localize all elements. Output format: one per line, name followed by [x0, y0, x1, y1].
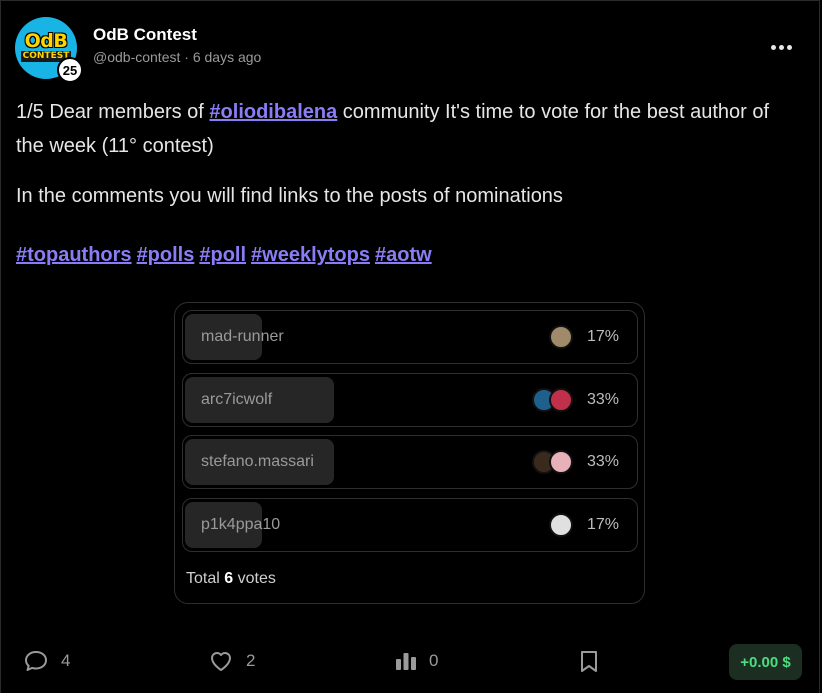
hashtag-link[interactable]: #poll [199, 244, 246, 266]
community-link[interactable]: #oliodibalena [209, 101, 337, 123]
poll-voter-avatars [549, 325, 573, 349]
poll-option[interactable]: mad-runner 17% [182, 310, 638, 364]
author-name[interactable]: OdB Contest [93, 25, 197, 45]
post-meta: @odb-contest · 6 days ago [93, 49, 261, 65]
poll-total-suffix: votes [237, 570, 276, 587]
poll-option-name: p1k4ppa10 [201, 516, 281, 533]
poll-total-count: 6 [224, 570, 234, 587]
bar-chart-icon [396, 653, 416, 670]
poll-option-percent: 17% [586, 328, 619, 345]
poll-option[interactable]: arc7icwolf 33% [182, 373, 638, 427]
poll-option-percent: 17% [586, 516, 619, 533]
voter-avatar[interactable] [549, 388, 573, 412]
post-time: 6 days ago [192, 49, 262, 65]
post-paragraph-2: In the comments you will find links to t… [16, 185, 563, 207]
post-body: 1/5 Dear members of #oliodibalena commun… [16, 95, 786, 163]
post-paragraph-1: 1/5 Dear members of #oliodibalena commun… [16, 95, 786, 163]
more-dots-icon [778, 44, 784, 50]
author-handle[interactable]: @odb-contest [93, 49, 180, 65]
post-card: OdB CONTEST 25 OdB Contest @odb-contest … [0, 0, 820, 693]
author-avatar[interactable]: OdB CONTEST 25 [15, 17, 83, 83]
voter-avatar[interactable] [549, 450, 573, 474]
stats-button[interactable]: 0 [395, 649, 438, 673]
payout-badge[interactable]: +0.00 $ [729, 644, 802, 680]
poll-total: Total 6 votes [186, 570, 276, 588]
stats-count: 0 [429, 651, 439, 670]
voter-avatar[interactable] [549, 513, 573, 537]
voter-avatar[interactable] [549, 325, 573, 349]
hashtag-list: #topauthors #polls #poll #weeklytops #aotw [16, 244, 437, 267]
poll-option-name: stefano.massari [201, 453, 314, 470]
more-options-button[interactable] [767, 35, 795, 59]
poll-widget: mad-runner 17% arc7icwolf 33% stefano.ma… [174, 302, 645, 604]
poll-voter-avatars [532, 388, 573, 412]
poll-voter-avatars [549, 513, 573, 537]
poll-option-percent: 33% [586, 391, 619, 408]
poll-total-label: Total [186, 570, 220, 587]
like-button[interactable]: 2 [208, 649, 255, 673]
poll-option[interactable]: p1k4ppa10 17% [182, 498, 638, 552]
reputation-badge: 25 [57, 57, 83, 83]
avatar-logo-text: OdB [24, 30, 68, 52]
poll-option-percent: 33% [586, 453, 619, 470]
poll-option-name: arc7icwolf [201, 391, 273, 408]
hashtag-link[interactable]: #topauthors [16, 244, 132, 266]
more-dots-icon [786, 44, 792, 50]
poll-option-name: mad-runner [201, 328, 284, 345]
hashtag-link[interactable]: #weeklytops [251, 244, 370, 266]
likes-count: 2 [246, 651, 256, 670]
poll-voter-avatars [532, 450, 573, 474]
poll-option[interactable]: stefano.massari 33% [182, 435, 638, 489]
meta-separator: · [184, 49, 189, 65]
bookmark-icon [581, 651, 597, 672]
comments-count: 4 [61, 651, 71, 670]
heart-icon [211, 652, 231, 671]
comments-button[interactable]: 4 [23, 649, 70, 673]
comment-icon [25, 651, 47, 671]
hashtag-link[interactable]: #polls [137, 244, 195, 266]
body-text-part: 1/5 Dear members of [16, 101, 210, 123]
bookmark-button[interactable] [578, 649, 600, 673]
hashtag-link[interactable]: #aotw [375, 244, 432, 266]
more-dots-icon [770, 44, 776, 50]
